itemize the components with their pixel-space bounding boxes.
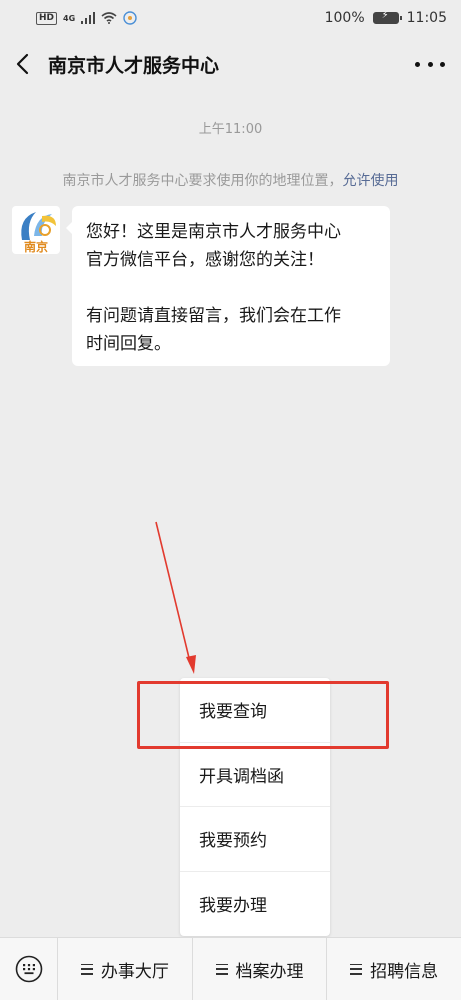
bottom-menu-bar: 办事大厅 档案办理 招聘信息 (0, 937, 461, 1000)
menu-item-transfer-letter[interactable]: 开具调档函 (180, 743, 330, 807)
menu-item-appointment[interactable]: 我要预约 (180, 807, 330, 872)
hd-icon: HD (36, 11, 58, 25)
allow-location-link[interactable]: 允许使用 (343, 173, 399, 189)
highlight-box (137, 681, 389, 749)
battery-percent: 100% (324, 10, 365, 26)
battery-icon: ⚡ (372, 10, 402, 24)
message-line: 时间回复。 (86, 334, 171, 354)
message-timestamp: 上午11:00 (198, 122, 263, 137)
signal-icon (81, 12, 96, 24)
more-icon[interactable] (415, 52, 445, 76)
hamburger-icon (350, 963, 363, 975)
bottom-menu-label: 档案办理 (235, 961, 304, 982)
message-line: 官方微信平台，感谢您的关注！ (86, 250, 324, 270)
bottom-menu-archive[interactable]: 档案办理 (193, 937, 328, 1000)
hamburger-icon (215, 963, 228, 975)
keyboard-toggle-button[interactable] (0, 937, 58, 1000)
clock: 11:05 (406, 10, 447, 26)
message-bubble: 您好！这里是南京市人才服务中心 官方微信平台，感谢您的关注！ 有问题请直接留言，… (66, 206, 390, 366)
hamburger-icon (80, 963, 93, 975)
message-line: 有问题请直接留言，我们会在工作 (86, 306, 341, 326)
bottom-menu-label: 招聘信息 (370, 961, 439, 982)
status-left: HD 4G (36, 11, 137, 25)
status-bar: HD 4G 100% ⚡ 11:05 (0, 0, 461, 36)
system-note-text: 南京市人才服务中心要求使用你的地理位置， (62, 173, 343, 189)
wifi-icon (101, 12, 117, 24)
bottom-menu-label: 办事大厅 (100, 961, 169, 982)
keyboard-icon (15, 955, 42, 983)
flower-icon (123, 11, 137, 25)
back-icon[interactable] (0, 36, 44, 92)
logo-icon: 南京 (21, 212, 56, 254)
svg-text:南京: 南京 (24, 239, 48, 254)
network-type: 4G (63, 13, 76, 23)
page-title: 南京市人才服务中心 (48, 54, 220, 77)
message-line: 您好！这里是南京市人才服务中心 (86, 222, 341, 242)
bottom-menu-recruitment[interactable]: 招聘信息 (327, 938, 461, 1000)
avatar[interactable]: 南京 (12, 206, 60, 254)
bottom-menu-service-hall[interactable]: 办事大厅 (58, 937, 193, 1000)
system-note: 南京市人才服务中心要求使用你的地理位置，允许使用 (0, 170, 461, 190)
nav-bar: 南京市人才服务中心 (0, 36, 461, 92)
menu-item-handle[interactable]: 我要办理 (180, 872, 330, 937)
status-right: 100% ⚡ 11:05 (325, 10, 447, 26)
